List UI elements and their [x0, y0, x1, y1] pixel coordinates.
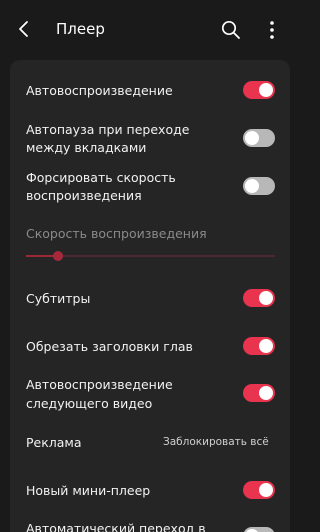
speed-slider[interactable]: [26, 251, 275, 261]
autoplay-next-label-line2: следующего видео: [26, 396, 153, 411]
auto-switch-label-line1: Автоматический переход в: [26, 521, 206, 532]
autoplay-toggle[interactable]: [243, 81, 275, 99]
trim-chapters-label: Обрезать заголовки глав: [26, 339, 193, 354]
search-icon: [221, 20, 240, 39]
player-settings-screen: Плеер Автовоспроизведение Автопауза при …: [0, 0, 300, 532]
more-options-button[interactable]: [262, 18, 282, 42]
toggle-knob: [259, 83, 273, 97]
trim-chapters-toggle[interactable]: [243, 337, 275, 355]
subtitles-label: Субтитры: [26, 291, 91, 306]
toggle-knob: [259, 483, 273, 497]
autoplay-next-label-line1: Автовоспроизведение: [26, 377, 173, 392]
auto-switch-toggle[interactable]: [243, 527, 275, 532]
autopause-label-line1: Автопауза при переходе: [26, 122, 190, 137]
back-button[interactable]: [12, 17, 36, 41]
chevron-left-icon: [19, 21, 28, 37]
force-speed-label-line1: Форсировать скорость: [26, 170, 176, 185]
force-speed-toggle[interactable]: [243, 177, 275, 195]
more-vert-icon: [270, 21, 274, 39]
speed-slider-thumb[interactable]: [53, 251, 63, 261]
ads-value[interactable]: Заблокировать всё: [163, 435, 269, 450]
subtitles-toggle[interactable]: [243, 289, 275, 307]
toggle-knob: [259, 339, 273, 353]
mini-player-label: Новый мини-плеер: [26, 483, 151, 498]
page-title: Плеер: [56, 20, 105, 38]
app-bar: Плеер: [0, 0, 300, 58]
toggle-knob: [259, 386, 273, 400]
ads-label: Реклама: [26, 435, 82, 450]
toggle-knob: [245, 179, 259, 193]
toggle-knob: [259, 291, 273, 305]
autopause-toggle[interactable]: [243, 129, 275, 147]
autoplay-label: Автовоспроизведение: [26, 83, 173, 98]
speed-label: Скорость воспроизведения: [26, 226, 207, 241]
force-speed-label-line2: воспроизведения: [26, 188, 142, 203]
autopause-label-line2: между вкладками: [26, 140, 147, 155]
toggle-knob: [245, 131, 259, 145]
search-button[interactable]: [219, 18, 243, 42]
autoplay-next-toggle[interactable]: [243, 384, 275, 402]
mini-player-toggle[interactable]: [243, 481, 275, 499]
